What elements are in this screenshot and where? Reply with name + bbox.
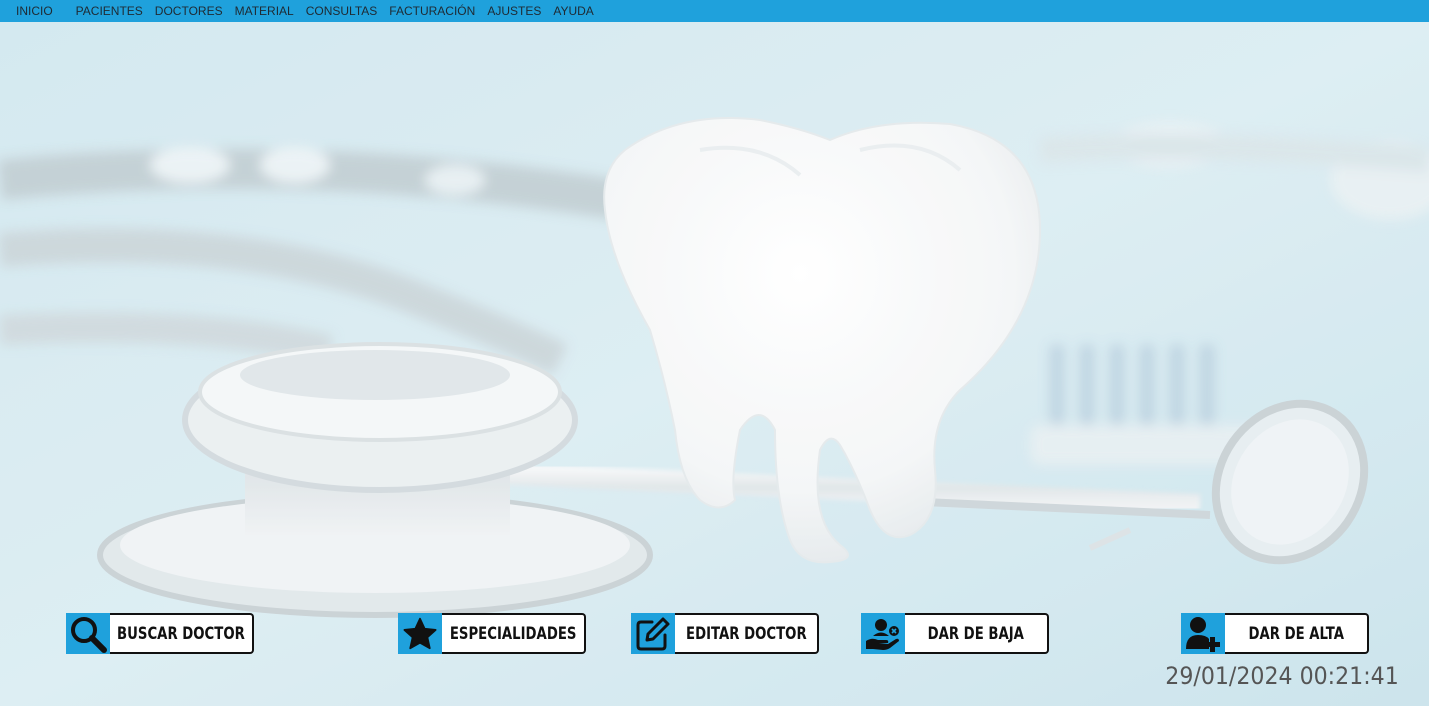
buscar-doctor-button[interactable]: BUSCAR DOCTOR [66,613,254,654]
datetime-display: 29/01/2024 00:21:41 [1165,662,1399,690]
menu-item-consultas[interactable]: CONSULTAS [306,4,378,18]
menu-item-facturacion[interactable]: FACTURACIÓN [389,4,475,18]
add-user-icon [1181,613,1225,654]
dar-de-baja-button[interactable]: DAR DE BAJA [861,613,1049,654]
menu-item-doctores[interactable]: DOCTORES [155,4,223,18]
menu-item-ayuda[interactable]: AYUDA [553,4,593,18]
menu-bar: INICIO PACIENTES DOCTORES MATERIAL CONSU… [0,0,1429,22]
background-dental-image [0,22,1429,706]
search-icon [66,613,110,654]
star-icon [398,613,442,654]
menu-item-pacientes[interactable]: PACIENTES [76,4,143,18]
buscar-doctor-label: BUSCAR DOCTOR [110,613,254,654]
menu-item-material[interactable]: MATERIAL [235,4,294,18]
dar-de-alta-label: DAR DE ALTA [1225,613,1369,654]
dar-de-baja-label: DAR DE BAJA [905,613,1049,654]
remove-user-icon [861,613,905,654]
editar-doctor-label: EDITAR DOCTOR [675,613,819,654]
editar-doctor-button[interactable]: EDITAR DOCTOR [631,613,819,654]
especialidades-button[interactable]: ESPECIALIDADES [398,613,586,654]
dar-de-alta-button[interactable]: DAR DE ALTA [1181,613,1369,654]
menu-item-ajustes[interactable]: AJUSTES [487,4,541,18]
edit-icon [631,613,675,654]
menu-item-inicio[interactable]: INICIO [16,4,53,18]
especialidades-label: ESPECIALIDADES [442,613,586,654]
